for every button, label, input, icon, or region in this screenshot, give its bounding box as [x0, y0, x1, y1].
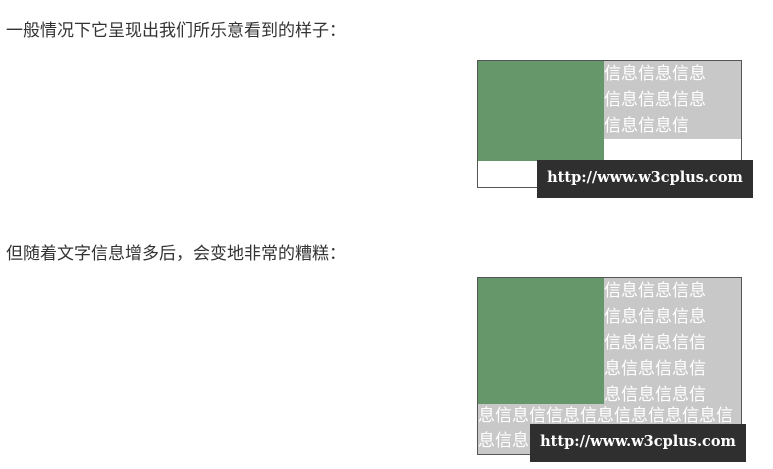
demo-text-line: 信息信息信息: [604, 64, 706, 84]
demo-text-line: 息信息信息信: [604, 359, 706, 379]
green-float-block: [478, 278, 604, 404]
demo-text-line: 信息信息信息: [604, 307, 706, 327]
green-float-block: [478, 61, 604, 161]
demo-text-area: 信息信息信息 信息信息信息 信息信息信: [604, 61, 741, 139]
intro-paragraph: 一般情况下它呈现出我们所乐意看到的样子：: [6, 21, 346, 41]
demo-text-line: 信息信息信信: [604, 333, 706, 353]
demo-text-area: 信息信息信息 信息信息信息 信息信息信信 息信息信息信 息信息信息信: [604, 278, 741, 404]
site-watermark: http://www.w3cplus.com: [537, 160, 753, 198]
site-watermark: http://www.w3cplus.com: [530, 424, 746, 462]
demo-text-line: 息信息信息信: [604, 385, 706, 404]
demo-text-line: 信息信息信息: [604, 281, 706, 301]
demo-text-line: 信息信息信: [604, 116, 689, 136]
problem-paragraph: 但随着文字信息增多后，会变地非常的糟糕：: [6, 244, 346, 264]
demo-text-line: 信息信息信息: [604, 90, 706, 110]
